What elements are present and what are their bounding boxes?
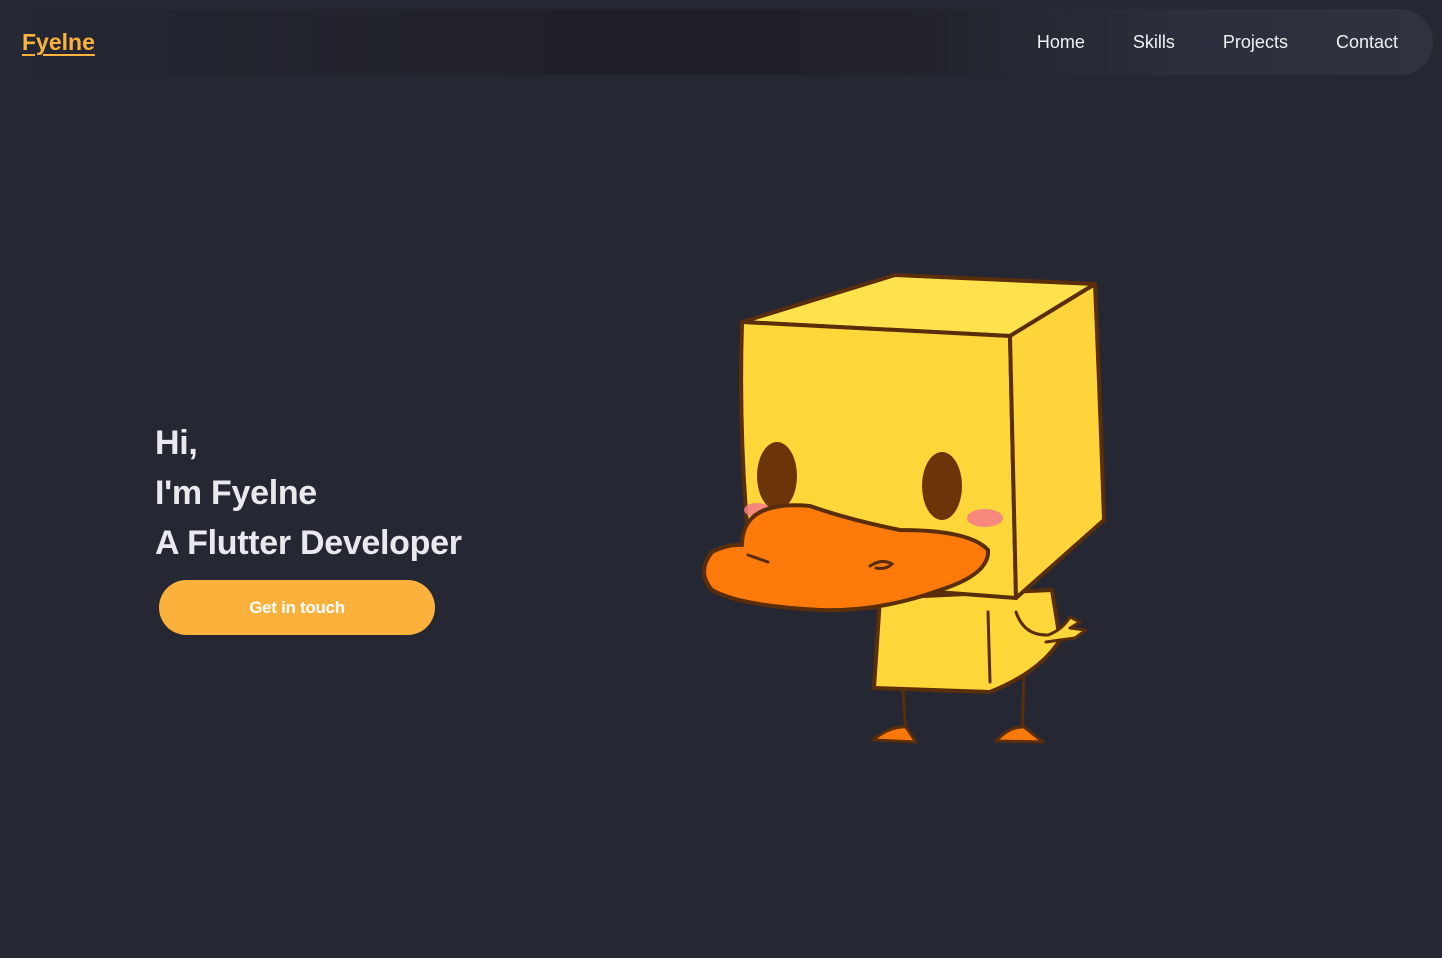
nav-link-projects[interactable]: Projects <box>1223 32 1288 53</box>
nav-link-home[interactable]: Home <box>1037 32 1085 53</box>
duck-right-foot <box>994 725 1045 744</box>
duck-right-eye <box>922 452 962 520</box>
get-in-touch-button[interactable]: Get in touch <box>159 580 435 635</box>
duck-body <box>872 588 1062 694</box>
page: Fyelne Home Skills Projects Contact Hi, … <box>0 0 1442 958</box>
duck-left-foot <box>871 725 918 744</box>
duck-body-crease <box>986 610 992 684</box>
nav-link-skills[interactable]: Skills <box>1133 32 1175 53</box>
duck-right-cheek <box>967 509 1003 527</box>
duck-left-eye <box>757 442 797 510</box>
navbar: Fyelne Home Skills Projects Contact <box>0 9 1433 75</box>
duck-mascot-illustration <box>702 273 1106 744</box>
nav-links: Home Skills Projects Contact <box>1037 9 1433 75</box>
duck-right-leg <box>1020 673 1026 734</box>
hero-name: I'm Fyelne <box>155 474 317 512</box>
logo-link[interactable]: Fyelne <box>22 9 95 75</box>
hero-greeting: Hi, <box>155 424 198 462</box>
hero-text: Hi, I'm Fyelne A Flutter Developer <box>155 418 462 568</box>
hero-role: A Flutter Developer <box>155 524 462 562</box>
duck-head-side <box>1008 282 1106 600</box>
nav-link-contact[interactable]: Contact <box>1336 32 1398 53</box>
